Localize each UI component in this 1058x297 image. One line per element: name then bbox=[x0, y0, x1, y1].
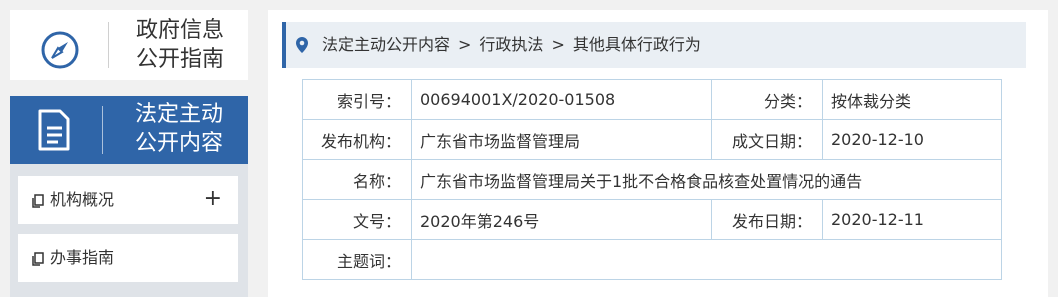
table-row: 索引号： 00694001X/2020-01508 分类： 按体裁分类 bbox=[302, 79, 1002, 120]
breadcrumb-separator: > bbox=[551, 35, 565, 54]
statutory-disclosure-title: 法定主动 公开内容 bbox=[134, 102, 223, 156]
name-label: 名称： bbox=[302, 159, 412, 200]
copy-icon bbox=[32, 193, 44, 208]
main-content: 法定主动公开内容 > 行政执法 > 其他具体行政行为 索引号： 00694001X/20… bbox=[268, 10, 1048, 297]
document-icon bbox=[34, 108, 74, 152]
table-row: 发布机构： 广东省市场监督管理局 成文日期： 2020-12-10 bbox=[302, 119, 1002, 160]
divider bbox=[102, 106, 103, 154]
name-value: 广东省市场监督管理局关于1批不合格食品核查处置情况的通告 bbox=[411, 159, 1002, 200]
gov-info-guide-link[interactable]: 政府信息 公开指南 bbox=[10, 10, 248, 80]
category-label: 分类： bbox=[711, 79, 823, 120]
publisher-value: 广东省市场监督管理局 bbox=[411, 119, 712, 160]
category-value: 按体裁分类 bbox=[822, 79, 1002, 120]
table-row: 名称： 广东省市场监督管理局关于1批不合格食品核查处置情况的通告 bbox=[302, 159, 1002, 200]
sidebar-item-org-overview[interactable]: 机构概况 + bbox=[18, 176, 238, 224]
doc-number-value: 2020年第246号 bbox=[411, 199, 712, 240]
divider bbox=[108, 22, 109, 68]
breadcrumb-current[interactable]: 其他具体行政行为 bbox=[573, 35, 701, 54]
gov-info-guide-title: 政府信息 公开指南 bbox=[135, 18, 224, 72]
document-info-table: 索引号： 00694001X/2020-01508 分类： 按体裁分类 发布机构… bbox=[302, 79, 1002, 280]
compass-icon bbox=[40, 30, 80, 70]
sidebar-item-label: 办事指南 bbox=[50, 248, 115, 267]
expand-icon[interactable]: + bbox=[204, 187, 222, 211]
sidebar-item-service-guide[interactable]: 办事指南 bbox=[18, 234, 238, 282]
doc-number-label: 文号： bbox=[302, 199, 412, 240]
breadcrumb-link-admin-enforcement[interactable]: 行政执法 bbox=[479, 35, 543, 54]
breadcrumb-separator: > bbox=[458, 35, 472, 54]
breadcrumb: 法定主动公开内容 > 行政执法 > 其他具体行政行为 bbox=[282, 22, 1026, 68]
published-date-value: 2020-12-11 bbox=[822, 199, 1002, 240]
published-date-label: 发布日期： bbox=[711, 199, 823, 240]
created-date-label: 成文日期： bbox=[711, 119, 823, 160]
subject-value bbox=[411, 239, 1002, 280]
publisher-label: 发布机构： bbox=[302, 119, 412, 160]
copy-icon bbox=[32, 251, 44, 266]
left-sidebar: 政府信息 公开指南 法定主动 公开内容 机构概况 + 办事指南 bbox=[0, 0, 258, 297]
statutory-disclosure-link[interactable]: 法定主动 公开内容 bbox=[10, 96, 248, 164]
breadcrumb-link-statutory-disclosure[interactable]: 法定主动公开内容 bbox=[322, 35, 450, 54]
sidebar-item-label: 机构概况 bbox=[50, 190, 115, 209]
index-value: 00694001X/2020-01508 bbox=[411, 79, 712, 120]
table-row: 主题词： bbox=[302, 239, 1002, 280]
index-label: 索引号： bbox=[302, 79, 412, 120]
table-row: 文号： 2020年第246号 发布日期： 2020-12-11 bbox=[302, 199, 1002, 240]
created-date-value: 2020-12-10 bbox=[822, 119, 1002, 160]
subject-label: 主题词： bbox=[302, 239, 412, 280]
map-pin-icon bbox=[296, 37, 308, 53]
sidebar-menu: 机构概况 + 办事指南 bbox=[10, 164, 248, 297]
